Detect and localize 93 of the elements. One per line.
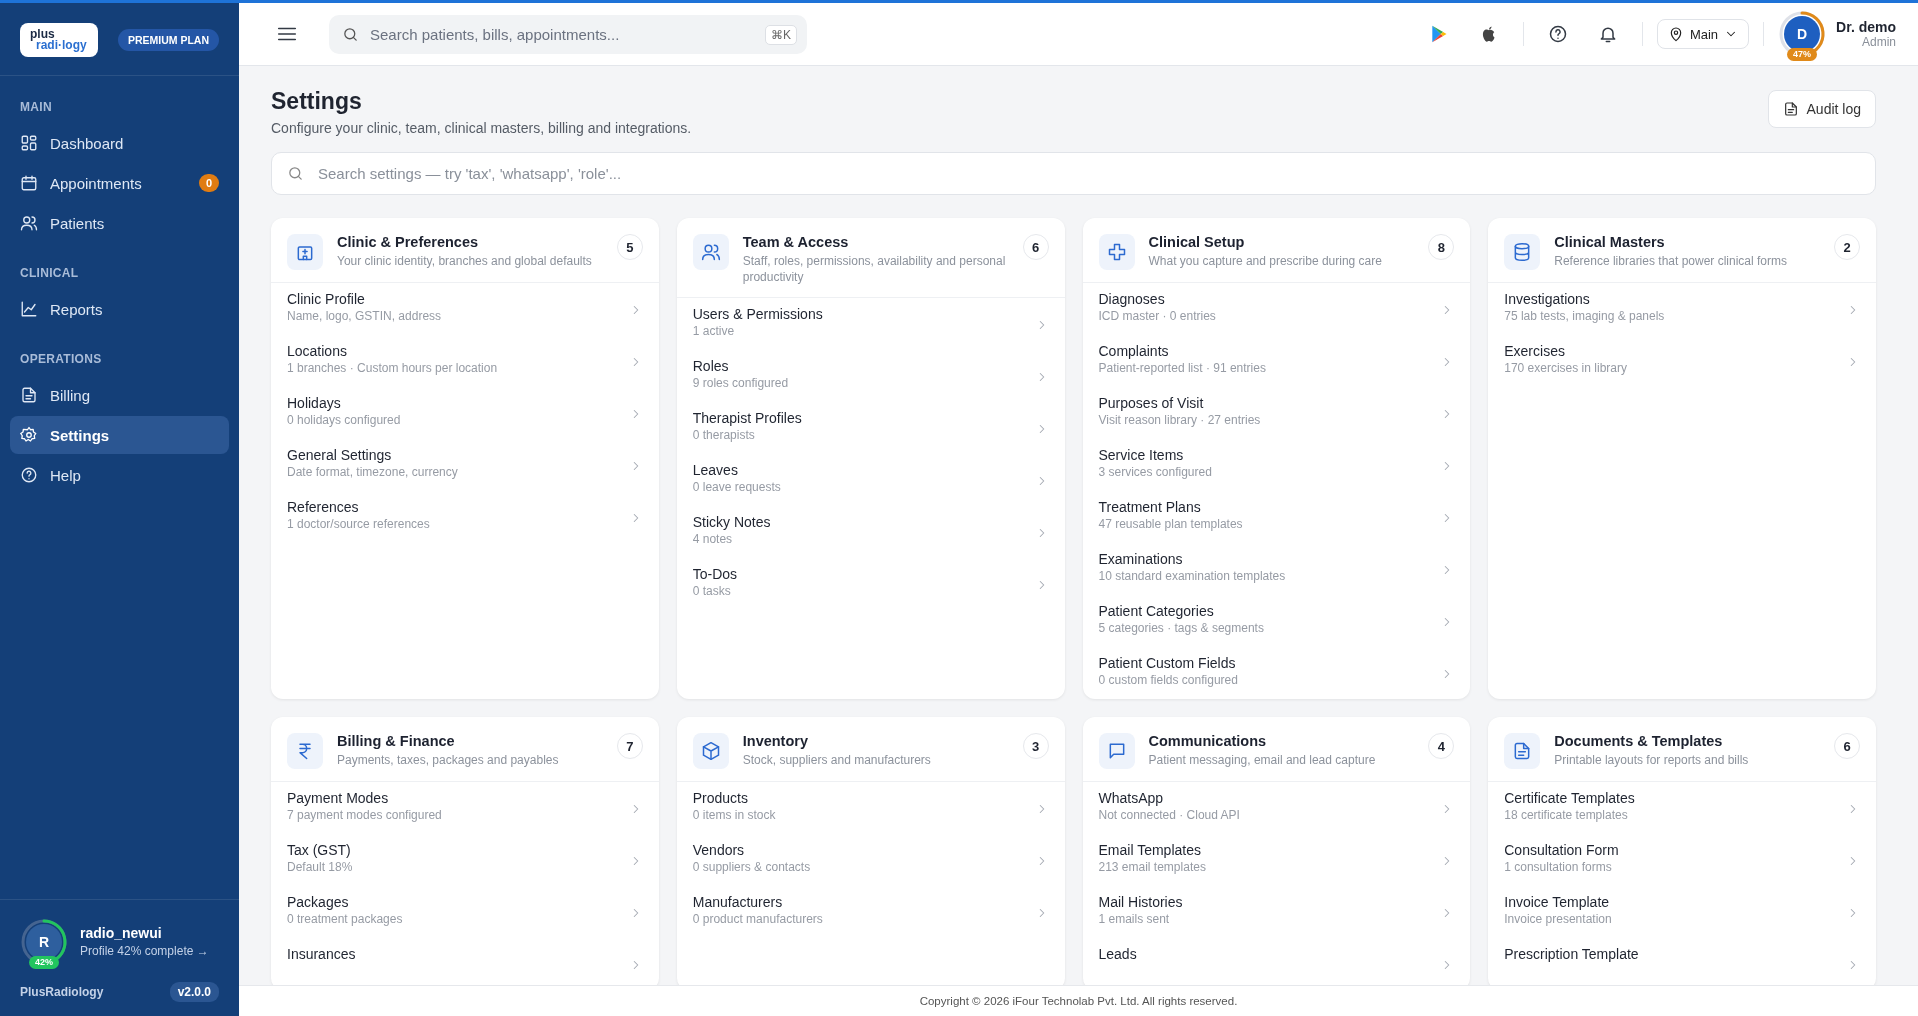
option-row[interactable]: Patient Custom Fields 0 custom fields configured bbox=[1082, 647, 1471, 699]
option-row[interactable]: Leads bbox=[1082, 938, 1471, 985]
section-heading: CLINICAL bbox=[19, 265, 80, 282]
help-icon bbox=[1547, 24, 1568, 44]
option-row[interactable]: Treatment Plans 47 reusable plan templates bbox=[1082, 491, 1471, 543]
profile-link[interactable]: Profile 42% complete → bbox=[80, 944, 209, 958]
users-icon bbox=[20, 214, 38, 232]
plan-badge: PREMIUM PLAN bbox=[117, 29, 219, 51]
card-subtitle: What you capture and prescribe during care bbox=[1148, 253, 1383, 269]
option-row[interactable]: Purposes of Visit Visit reason library · 27 entries bbox=[1082, 387, 1471, 439]
option-row[interactable]: Invoice Template Invoice presentation bbox=[1488, 886, 1876, 938]
option-row[interactable]: References 1 doctor/source references bbox=[271, 491, 659, 543]
option-row[interactable]: Products 0 items in stock bbox=[676, 782, 1065, 834]
percent-badge: 42% bbox=[29, 956, 59, 969]
option-row[interactable]: Packages 0 treatment packages bbox=[271, 886, 659, 938]
option-row[interactable]: Users & Permissions 1 active bbox=[676, 298, 1065, 350]
settings-icon bbox=[20, 426, 38, 444]
option-row[interactable]: Email Templates 213 email templates bbox=[1082, 834, 1471, 886]
card-subtitle: Your clinic identity, branches and global defaults bbox=[337, 253, 593, 269]
option-row[interactable]: Insurances bbox=[271, 938, 659, 985]
option-row[interactable]: Holidays 0 holidays configured bbox=[271, 387, 659, 439]
option-row[interactable]: Investigations 75 lab tests, imaging & panels bbox=[1488, 283, 1876, 335]
sidebar-item[interactable]: Dashboard bbox=[10, 124, 229, 162]
logo[interactable]: plus radi·logy bbox=[20, 23, 98, 57]
option-row[interactable]: Service Items 3 services configured bbox=[1082, 439, 1471, 491]
sidebar-item[interactable]: Billing bbox=[10, 376, 229, 414]
card-title: Communications bbox=[1148, 733, 1268, 749]
search-icon bbox=[342, 25, 359, 43]
card-subtitle: Stock, suppliers and manufacturers bbox=[742, 752, 932, 768]
option-row[interactable]: Certificate Templates 18 certificate templates bbox=[1488, 782, 1876, 834]
option-row[interactable]: Patient Categories 5 categories · tags & segments bbox=[1082, 595, 1471, 647]
page-subtitle: Configure your clinic, team, clinical masters, billing and integrations. bbox=[271, 120, 692, 136]
user-name: radio_newui bbox=[80, 925, 163, 941]
location-select[interactable]: Main bbox=[1656, 19, 1750, 49]
dashboard-icon bbox=[20, 134, 38, 152]
document-icon bbox=[1782, 101, 1799, 117]
cross-icon bbox=[1106, 242, 1127, 262]
user-role: Admin bbox=[1861, 35, 1896, 49]
option-row[interactable]: Tax (GST) Default 18% bbox=[271, 834, 659, 886]
users-icon bbox=[700, 242, 721, 262]
option-row[interactable]: Exercises 170 exercises in library bbox=[1488, 335, 1876, 387]
document-icon bbox=[20, 386, 38, 404]
option-row[interactable]: Vendors 0 suppliers & contacts bbox=[676, 834, 1065, 886]
option-row[interactable]: WhatsApp Not connected · Cloud API bbox=[1082, 782, 1471, 834]
card-title: Billing & Finance bbox=[337, 733, 456, 749]
option-row[interactable]: Complaints Patient-reported list · 91 entries bbox=[1082, 335, 1471, 387]
option-row[interactable]: Payment Modes 7 payment modes configured bbox=[271, 782, 659, 834]
version-badge: v2.0.0 bbox=[169, 982, 219, 1002]
option-row[interactable]: To-Dos 0 tasks bbox=[676, 558, 1065, 610]
sidebar-item[interactable]: Settings bbox=[10, 416, 229, 454]
percent-badge: 47% bbox=[1787, 48, 1818, 61]
option-row[interactable]: Mail Histories 1 emails sent bbox=[1082, 886, 1471, 938]
section-heading: OPERATIONS bbox=[19, 351, 103, 368]
chart-icon bbox=[20, 300, 38, 318]
box-icon bbox=[700, 741, 721, 761]
option-row[interactable]: Sticky Notes 4 notes bbox=[676, 506, 1065, 558]
option-row[interactable]: Leaves 0 leave requests bbox=[676, 454, 1065, 506]
copyright-text: Copyright © 2026 iFour Technolab Pvt. Ltd. All rights reserved. bbox=[919, 995, 1238, 1007]
card-subtitle: Staff, roles, permissions, availability and personal productivity bbox=[742, 253, 1007, 285]
option-row[interactable]: General Settings Date format, timezone, currency bbox=[271, 439, 659, 491]
option-row[interactable]: Clinic Profile Name, logo, GSTIN, address bbox=[271, 283, 659, 335]
sidebar-item[interactable]: Reports bbox=[10, 290, 229, 328]
card-subtitle: Payments, taxes, packages and payables bbox=[337, 752, 560, 768]
calendar-icon bbox=[20, 174, 38, 192]
count-badge: 0 bbox=[198, 174, 219, 192]
option-row[interactable]: Diagnoses ICD master · 0 entries bbox=[1082, 283, 1471, 335]
sidebar-item[interactable]: Appointments 0 bbox=[10, 164, 229, 202]
card-title: Inventory bbox=[742, 733, 809, 749]
user-name: Dr. demo bbox=[1836, 19, 1896, 35]
option-row[interactable]: Locations 1 branches · Custom hours per location bbox=[271, 335, 659, 387]
option-row[interactable]: Therapist Profiles 0 therapists bbox=[676, 402, 1065, 454]
card-subtitle: Patient messaging, email and lead capture bbox=[1148, 752, 1377, 768]
search-icon bbox=[287, 165, 304, 182]
option-row[interactable]: Examinations 10 standard examination templates bbox=[1082, 543, 1471, 595]
sidebar-item[interactable]: Help bbox=[10, 456, 229, 494]
card-title: Documents & Templates bbox=[1554, 733, 1724, 749]
card-title: Team & Access bbox=[742, 234, 850, 250]
help-icon bbox=[20, 466, 38, 484]
audit-log-button[interactable]: Audit log bbox=[1767, 90, 1876, 128]
card-title: Clinical Masters bbox=[1554, 234, 1666, 250]
option-row[interactable]: Consultation Form 1 consultation forms bbox=[1488, 834, 1876, 886]
option-row[interactable]: Manufacturers 0 product manufacturers bbox=[676, 886, 1065, 938]
card-title: Clinical Setup bbox=[1148, 234, 1246, 250]
sidebar-item[interactable]: Patients bbox=[10, 204, 229, 242]
section-heading: MAIN bbox=[19, 99, 53, 116]
card-subtitle: Printable layouts for reports and bills bbox=[1554, 752, 1750, 768]
option-row[interactable]: Roles 9 roles configured bbox=[676, 350, 1065, 402]
brand-name: PlusRadiology bbox=[20, 985, 104, 999]
card-title: Clinic & Preferences bbox=[337, 234, 480, 250]
card-subtitle: Reference libraries that power clinical forms bbox=[1554, 253, 1788, 269]
page-title: Settings bbox=[271, 88, 363, 115]
option-row[interactable]: Prescription Template bbox=[1488, 938, 1876, 985]
search-field[interactable]: Search settings — try 'tax', 'whatsapp', 'role'... bbox=[271, 152, 1876, 195]
